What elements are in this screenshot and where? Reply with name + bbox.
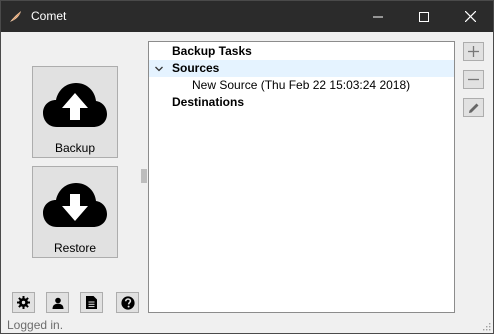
pencil-icon [468,103,478,113]
tree-source-item-label: New Source (Thu Feb 22 15:03:24 2018) [192,78,411,92]
gear-icon [17,296,30,309]
title-bar[interactable]: Comet [1,1,493,32]
cloud-download-icon [43,183,107,227]
help-icon [120,295,135,310]
document-icon [86,296,97,309]
tree-row-destinations[interactable]: Destinations [149,94,454,111]
minimize-button[interactable] [355,1,401,32]
backup-label: Backup [54,141,96,155]
settings-button[interactable] [12,292,35,313]
tree-row-backup-tasks[interactable]: Backup Tasks [149,43,454,60]
status-text: Logged in. [7,318,64,332]
maximize-button[interactable] [401,1,447,32]
log-button[interactable] [80,292,103,313]
account-button[interactable] [46,292,69,313]
close-button[interactable] [447,1,493,32]
minus-icon [468,78,479,81]
restore-label: Restore [53,241,97,255]
tree-row-sources[interactable]: Sources [149,60,454,77]
tree-sources-label: Sources [172,61,220,75]
add-button[interactable] [463,42,484,61]
help-button[interactable] [116,292,139,313]
comet-logo-icon [10,11,21,22]
remove-button[interactable] [463,70,484,89]
tree-root-label: Backup Tasks [172,44,252,58]
tree-destinations-label: Destinations [172,95,245,109]
maximize-icon [419,11,429,22]
minimize-icon [373,16,383,17]
tree-row-new-source[interactable]: New Source (Thu Feb 22 15:03:24 2018) [149,77,454,94]
close-icon [464,11,476,22]
tasks-tree[interactable]: Backup Tasks Sources New Source (Thu Feb… [148,41,455,313]
resize-grip-icon[interactable] [481,321,491,331]
user-icon [52,297,63,309]
app-window: Comet Backup Restore Backup Tasks Source… [0,0,494,334]
restore-button[interactable]: Restore [32,166,118,258]
cloud-upload-icon [43,83,107,127]
splitter-handle[interactable] [141,169,147,183]
chevron-down-icon[interactable] [155,65,163,73]
edit-button[interactable] [463,98,484,117]
window-title: Comet [31,9,67,23]
plus-icon [468,46,479,57]
backup-button[interactable]: Backup [32,66,118,158]
